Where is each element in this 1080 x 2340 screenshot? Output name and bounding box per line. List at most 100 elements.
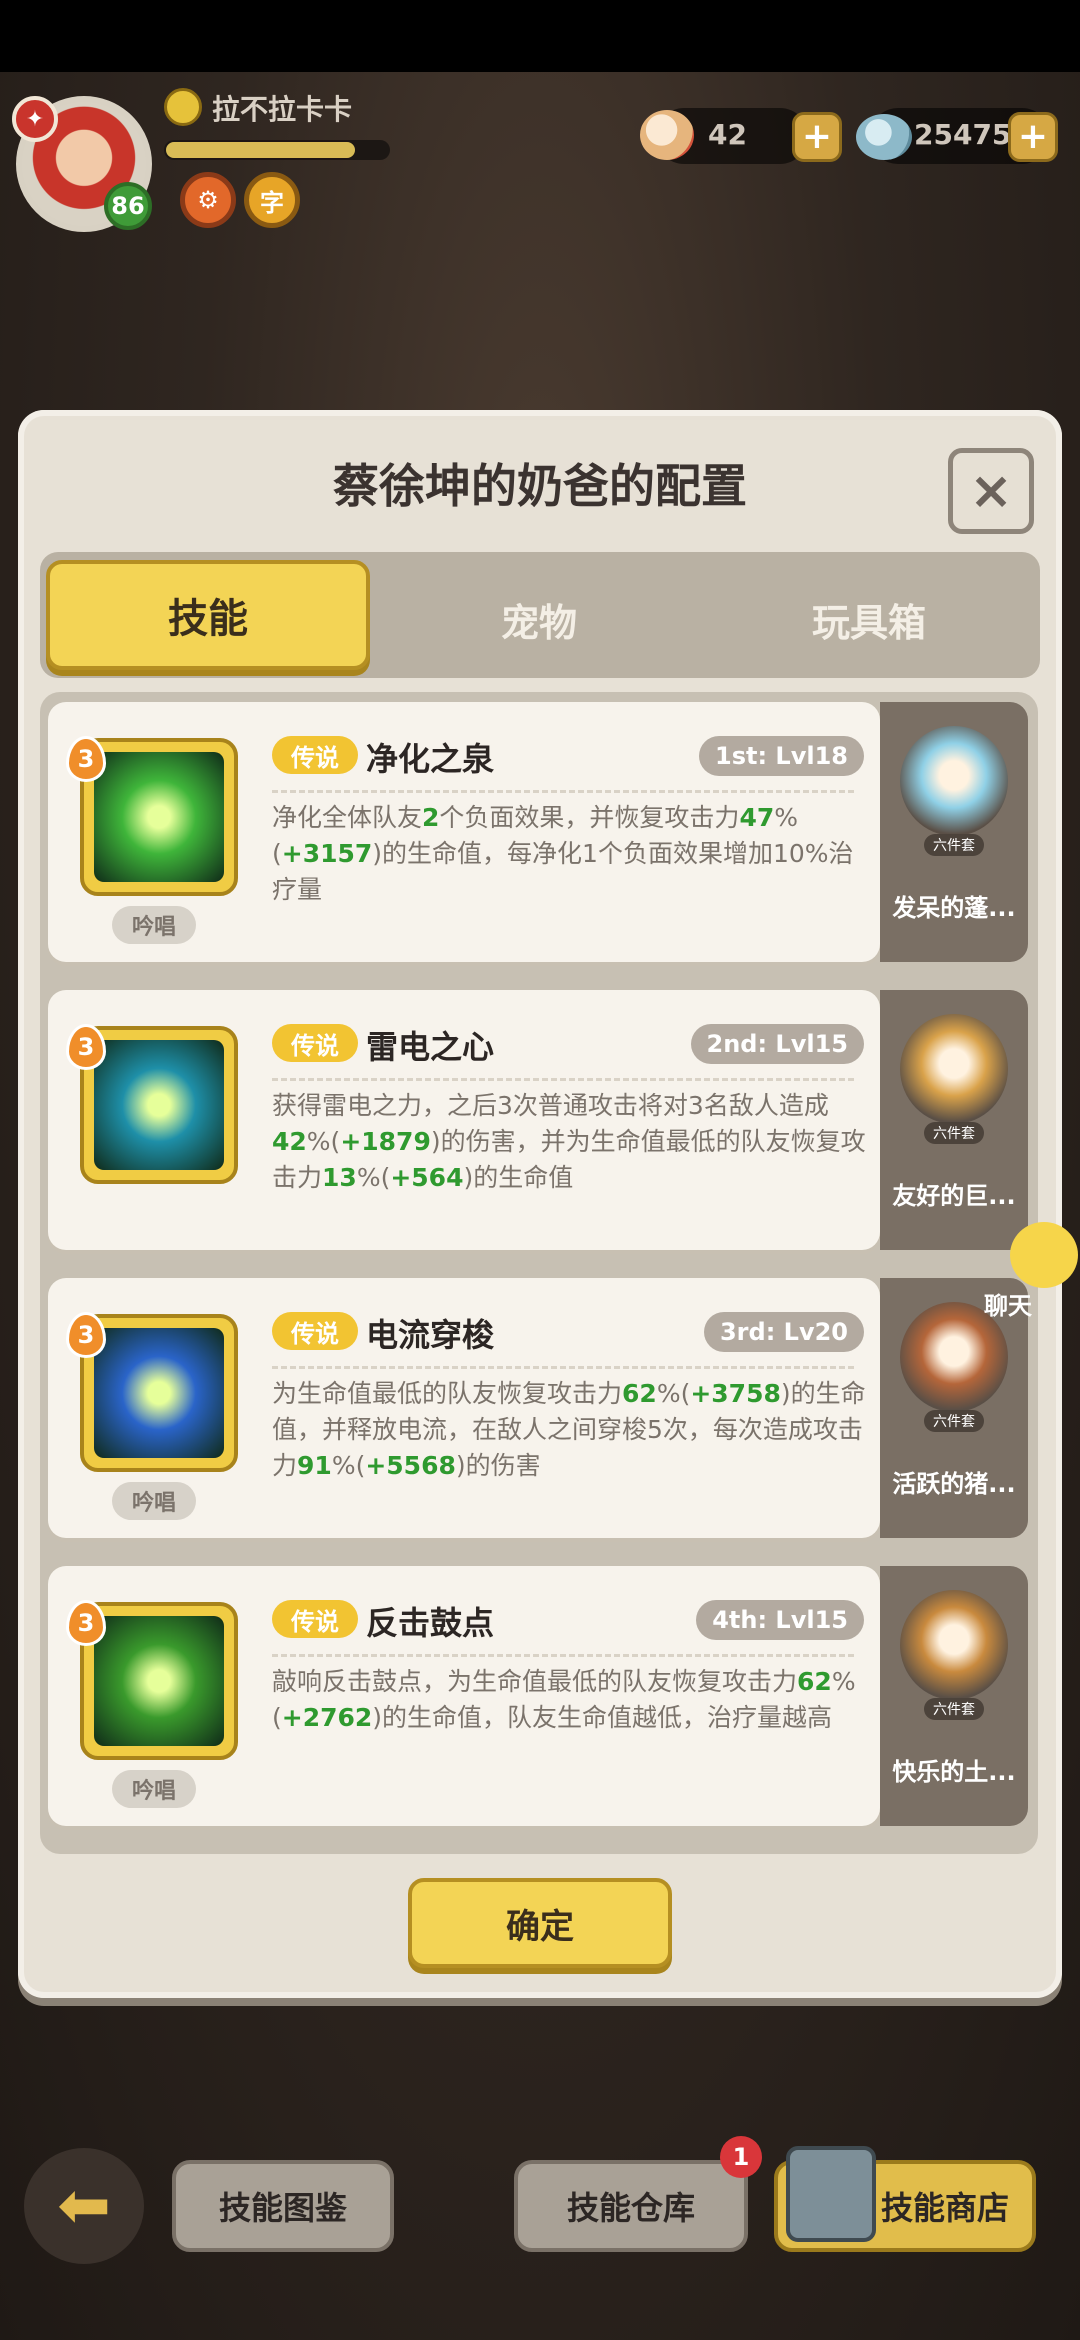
stat-value: 42 [272,1127,307,1156]
shell-count: 42 [708,118,747,151]
description-text: 敲响反击鼓点，为生命值最低的队友恢复攻击力 [272,1667,798,1696]
description-text: )的生命值，队友生命值越低，治疗量越高 [372,1703,833,1732]
shell-icon [640,110,694,160]
rarity-tag: 传说 [272,736,358,774]
rarity-tag: 传说 [272,1312,358,1350]
rarity-tag: 传说 [272,1024,358,1062]
skill-description: 净化全体队友2个负面效果，并恢复攻击力47%(+3157)的生命值，每净化1个负… [272,800,872,908]
skill-row[interactable]: 3 吟唱 传说 电流穿梭 3rd: Lv20 为生命值最低的队友恢复攻击力62%(+375… [48,1268,1028,1548]
pet-set-tag: 六件套 [924,834,984,856]
chip-icon[interactable]: ⚙ [180,172,236,228]
pet-set-tag: 六件套 [924,1698,984,1720]
shop-icon [786,2146,876,2242]
skill-description: 敲响反击鼓点，为生命值最低的队友恢复攻击力62%(+2762)的生命值，队友生命… [272,1664,872,1736]
tab-skills[interactable]: 技能 [46,560,370,670]
stat-value: +5568 [365,1451,456,1480]
pet-figure [900,726,1008,836]
stat-value: +564 [390,1163,464,1192]
confirm-button[interactable]: 确定 [408,1878,672,1968]
stat-value: +1879 [340,1127,431,1156]
helmet-icon: ✦ [12,96,58,142]
skill-description: 获得雷电之力，之后3次普通攻击将对3名敌人造成42%(+1879)的伤害，并为生… [272,1088,872,1196]
player-level-badge: 86 [104,182,152,230]
rarity-tag: 传说 [272,1600,358,1638]
gem-icon [856,114,912,160]
description-text: %( [356,1163,391,1192]
skill-card[interactable]: 3 吟唱 传说 电流穿梭 3rd: Lv20 为生命值最低的队友恢复攻击力62%(+375… [48,1278,880,1538]
pet-name: 活跃的猪... [892,1470,1016,1498]
stat-value: +3157 [281,839,373,868]
skill-level-badge: 3 [66,1600,106,1646]
skill-row[interactable]: 3 传说 雷电之心 2nd: Lvl15 获得雷电之力，之后3次普通攻击将对3名敌人造成… [48,980,1028,1260]
stat-value: 62 [797,1667,832,1696]
chat-icon[interactable] [1010,1222,1078,1288]
description-text: 为生命值最低的队友恢复攻击力 [272,1379,623,1408]
description-text: 净化全体队友 [272,803,423,832]
player-name: 拉不拉卡卡 [212,93,353,126]
chant-tag: 吟唱 [112,1482,196,1520]
divider [272,790,854,793]
add-shells-button[interactable]: + [792,112,842,162]
skill-art [94,752,224,882]
skill-art [94,1328,224,1458]
pet-figure [900,1590,1008,1700]
divider [272,1366,854,1369]
stat-value: 62 [622,1379,657,1408]
description-text: %( [306,1127,341,1156]
skill-codex-button[interactable]: 技能图鉴 [172,2160,394,2252]
skill-storage-button[interactable]: 技能仓库 [514,2160,748,2252]
description-text: )的生命值 [463,1163,574,1192]
skill-name: 反击鼓点 [366,1604,495,1642]
back-button[interactable]: ⬅ [24,2148,144,2264]
skill-level-badge: 3 [66,1312,106,1358]
stat-value: 2 [422,803,440,832]
skill-row[interactable]: 3 吟唱 传说 净化之泉 1st: Lvl18 净化全体队友2个负面效果，并恢复攻击力47… [48,692,1028,972]
description-text: )的伤害 [455,1451,541,1480]
pet-set-tag: 六件套 [924,1410,984,1432]
skill-card[interactable]: 3 传说 雷电之心 2nd: Lvl15 获得雷电之力，之后3次普通攻击将对3名敌人造成… [48,990,880,1250]
stat-value: 47 [739,803,775,832]
character-icon[interactable]: 字 [244,172,300,228]
skill-card[interactable]: 3 吟唱 传说 净化之泉 1st: Lvl18 净化全体队友2个负面效果，并恢复攻击力47… [48,702,880,962]
status-bar [0,0,1080,72]
stat-value: 13 [322,1163,357,1192]
pet-slot[interactable]: 六件套快乐的土... [880,1566,1028,1826]
pet-name: 发呆的蓬... [892,894,1016,922]
description-text: %( [656,1379,691,1408]
skill-card[interactable]: 3 吟唱 传说 反击鼓点 4th: Lvl15 敲响反击鼓点，为生命值最低的队友恢复攻击力… [48,1566,880,1826]
pet-name: 友好的巨... [892,1182,1016,1210]
chat-label[interactable]: 聊天 [984,1286,1032,1321]
stat-value: 91 [297,1451,332,1480]
description-text: %( [331,1451,366,1480]
add-gems-button[interactable]: + [1008,112,1058,162]
skill-description: 为生命值最低的队友恢复攻击力62%(+3758)的生命值，并释放电流，在敌人之间… [272,1376,872,1484]
skill-level-badge: 3 [66,736,106,782]
skill-slot-badge: 2nd: Lvl15 [690,1024,864,1064]
pet-set-tag: 六件套 [924,1122,984,1144]
skill-art [94,1040,224,1170]
stat-value: +3758 [690,1379,781,1408]
skill-name: 电流穿梭 [366,1316,495,1354]
skill-row[interactable]: 3 吟唱 传说 反击鼓点 4th: Lvl15 敲响反击鼓点，为生命值最低的队友恢复攻击力… [48,1556,1028,1836]
chant-tag: 吟唱 [112,1770,196,1808]
tab-toybox[interactable]: 玩具箱 [704,592,1034,647]
skill-slot-badge: 4th: Lvl15 [696,1600,864,1640]
pet-slot[interactable]: 六件套发呆的蓬... [880,702,1028,962]
xp-bar-fill [166,142,355,158]
chant-tag: 吟唱 [112,906,196,944]
divider [272,1078,854,1081]
pet-slot[interactable]: 六件套友好的巨... [880,990,1028,1250]
notification-badge: 1 [720,2136,762,2178]
tab-pets[interactable]: 宠物 [374,592,704,647]
skill-slot-badge: 1st: Lvl18 [699,736,864,776]
pet-name: 快乐的土... [892,1758,1016,1786]
close-button[interactable]: × [948,448,1034,534]
skill-art [94,1616,224,1746]
dialog-title: 蔡徐坤的奶爸的配置 [333,459,747,513]
pet-figure [900,1014,1008,1124]
divider [272,1654,854,1657]
description-text: 获得雷电之力，之后3次普通攻击将对3名敌人造成 [272,1091,829,1120]
skill-name: 净化之泉 [366,740,495,778]
smiley-icon [164,88,202,126]
skill-level-badge: 3 [66,1024,106,1070]
